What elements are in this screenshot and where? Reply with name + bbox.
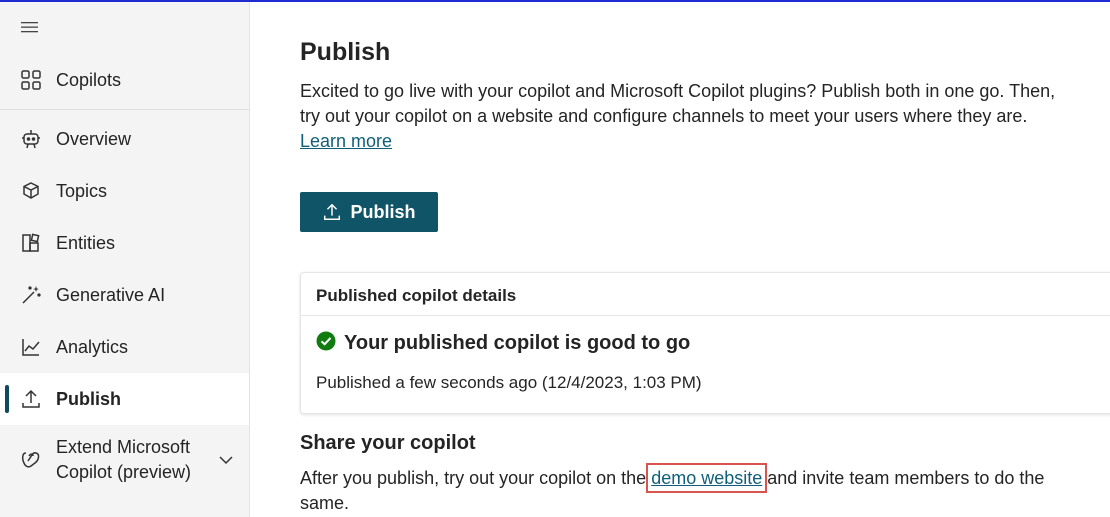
active-indicator — [5, 385, 9, 413]
chart-line-icon — [20, 336, 42, 358]
learn-more-link[interactable]: Learn more — [300, 131, 392, 151]
copilot-icon — [20, 449, 42, 471]
hamburger-menu-icon[interactable] — [20, 18, 40, 36]
publish-button[interactable]: Publish — [300, 192, 438, 232]
sidebar-item-label: Overview — [56, 128, 132, 149]
published-timestamp: Published a few seconds ago (12/4/2023, … — [316, 373, 702, 392]
sidebar-item-label: Entities — [56, 232, 116, 253]
sidebar-item-label: Copilots — [56, 69, 122, 90]
grid-icon — [20, 69, 42, 91]
status-text: Your published copilot is good to go — [344, 332, 691, 354]
sidebar-item-topics[interactable]: Topics — [0, 165, 249, 217]
sidebar-item-label: Extend Microsoft Copilot (preview) — [56, 437, 192, 482]
sidebar-item-analytics[interactable]: Analytics — [0, 321, 249, 373]
checkmark-circle-icon — [316, 331, 336, 356]
upload-icon — [20, 388, 42, 410]
sidebar-item-extend-copilot[interactable]: Extend Microsoft Copilot (preview) — [0, 425, 249, 495]
sidebar-item-generative-ai[interactable]: Generative AI — [0, 269, 249, 321]
share-text-before: After you publish, try out your copilot … — [300, 468, 652, 488]
card-header: Published copilot details — [316, 286, 517, 305]
sidebar-item-label: Generative AI — [56, 284, 166, 305]
sidebar-item-label: Publish — [56, 388, 122, 409]
demo-website-link[interactable]: demo website — [646, 463, 768, 493]
sidebar-item-overview[interactable]: Overview — [0, 113, 249, 165]
upload-icon — [324, 203, 341, 220]
sidebar-item-copilots[interactable]: Copilots — [0, 54, 249, 106]
sidebar-item-entities[interactable]: Entities — [0, 217, 249, 269]
card-divider — [301, 315, 1110, 316]
sidebar-item-label: Analytics — [56, 336, 129, 357]
intro-text: Excited to go live with your copilot and… — [300, 79, 1060, 154]
sidebar-item-label: Topics — [56, 180, 108, 201]
sidebar: Copilots Overview Topics Entities Genera… — [0, 2, 250, 517]
page-title: Publish — [300, 38, 391, 66]
main-content: Publish Excited to go live with your cop… — [250, 2, 1110, 517]
entities-icon — [20, 232, 42, 254]
bot-icon — [20, 128, 42, 150]
sidebar-divider — [0, 109, 249, 110]
status-row: Your published copilot is good to go — [316, 331, 690, 356]
share-section-title: Share your copilot — [300, 432, 476, 454]
published-details-card: Published copilot details Your published… — [300, 272, 1110, 414]
publish-button-label: Publish — [350, 201, 416, 222]
intro-description: Excited to go live with your copilot and… — [300, 81, 1056, 126]
wand-icon — [20, 284, 42, 306]
topics-icon — [20, 180, 42, 202]
chevron-down-icon[interactable] — [216, 450, 236, 470]
sidebar-item-publish[interactable]: Publish — [0, 373, 249, 425]
share-description: After you publish, try out your copilot … — [300, 463, 1080, 516]
